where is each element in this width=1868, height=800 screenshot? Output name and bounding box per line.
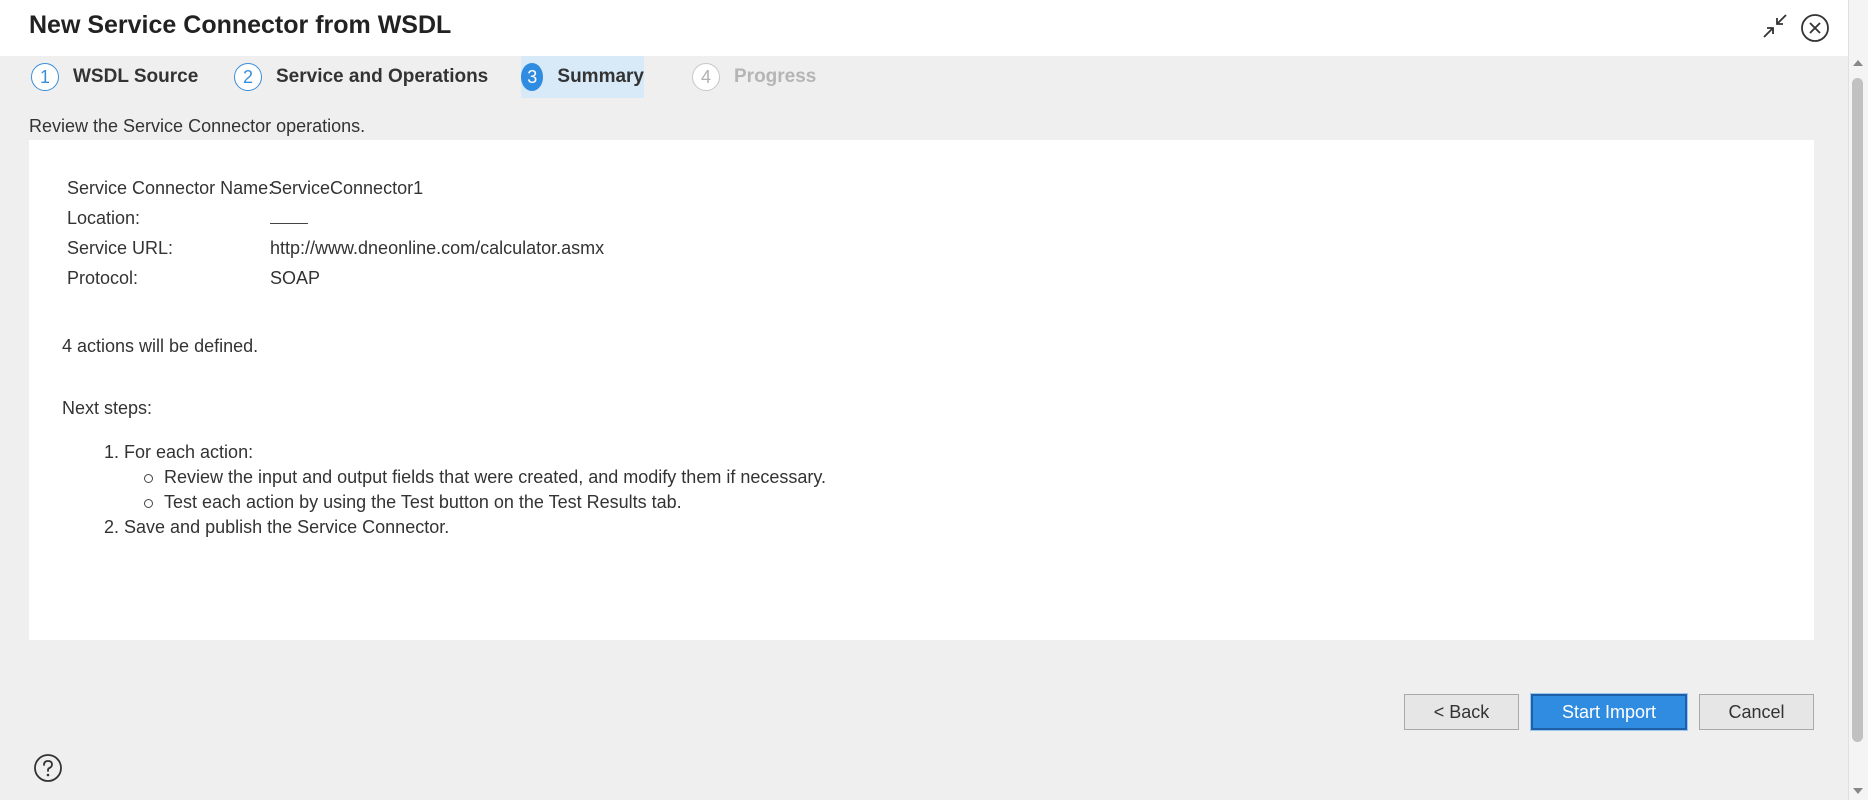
dialog-header: New Service Connector from WSDL (0, 0, 1848, 56)
step-summary[interactable]: 3 Summary (521, 56, 644, 98)
dialog-title: New Service Connector from WSDL (29, 11, 452, 39)
empty-value-line (270, 209, 308, 224)
step-label: Summary (557, 66, 644, 87)
field-value: http://www.dneonline.com/calculator.asmx (270, 238, 605, 258)
field-value (270, 208, 308, 229)
step-number: 1 (31, 63, 59, 91)
scroll-up-arrow-icon[interactable] (1853, 60, 1863, 66)
wizard-steps: 1 WSDL Source 2 Service and Operations 3… (0, 56, 1848, 98)
field-value: SOAP (270, 268, 321, 288)
step-service-and-operations[interactable]: 2 Service and Operations (234, 56, 488, 98)
scrollbar-thumb[interactable] (1852, 78, 1863, 742)
step-label: Service and Operations (276, 66, 489, 87)
start-import-button[interactable]: Start Import (1531, 694, 1687, 730)
step-label: Progress (734, 66, 817, 87)
list-subitem: Test each action by using the Test butto… (104, 490, 826, 515)
scroll-down-arrow-icon[interactable] (1853, 788, 1863, 794)
back-button[interactable]: < Back (1404, 694, 1519, 730)
next-steps-label: Next steps: (62, 398, 153, 418)
summary-panel: Service Connector Name: ServiceConnector… (29, 140, 1814, 640)
collapse-icon[interactable] (1762, 13, 1788, 39)
field-label: Service Connector Name: (67, 178, 274, 198)
step-label: WSDL Source (73, 66, 199, 87)
close-icon[interactable] (1800, 13, 1830, 43)
help-icon[interactable] (33, 753, 63, 783)
field-label: Location: (67, 208, 141, 228)
list-subitem: Review the input and output fields that … (104, 465, 826, 490)
step-number: 4 (692, 63, 720, 91)
step-wsdl-source[interactable]: 1 WSDL Source (31, 56, 198, 98)
field-label: Service URL: (67, 238, 174, 258)
cancel-button[interactable]: Cancel (1699, 694, 1814, 730)
summary-subtitle: Review the Service Connector operations. (29, 116, 366, 136)
step-progress: 4 Progress (692, 56, 816, 98)
list-item: 1. For each action: (104, 442, 254, 462)
field-label: Protocol: (67, 268, 139, 288)
next-steps-list: 1. For each action: Review the input and… (104, 440, 826, 540)
field-value: ServiceConnector1 (270, 178, 424, 198)
list-item: 2. Save and publish the Service Connecto… (104, 517, 450, 537)
step-number: 2 (234, 63, 262, 91)
step-number: 3 (521, 63, 544, 91)
actions-count-text: 4 actions will be defined. (62, 336, 259, 356)
